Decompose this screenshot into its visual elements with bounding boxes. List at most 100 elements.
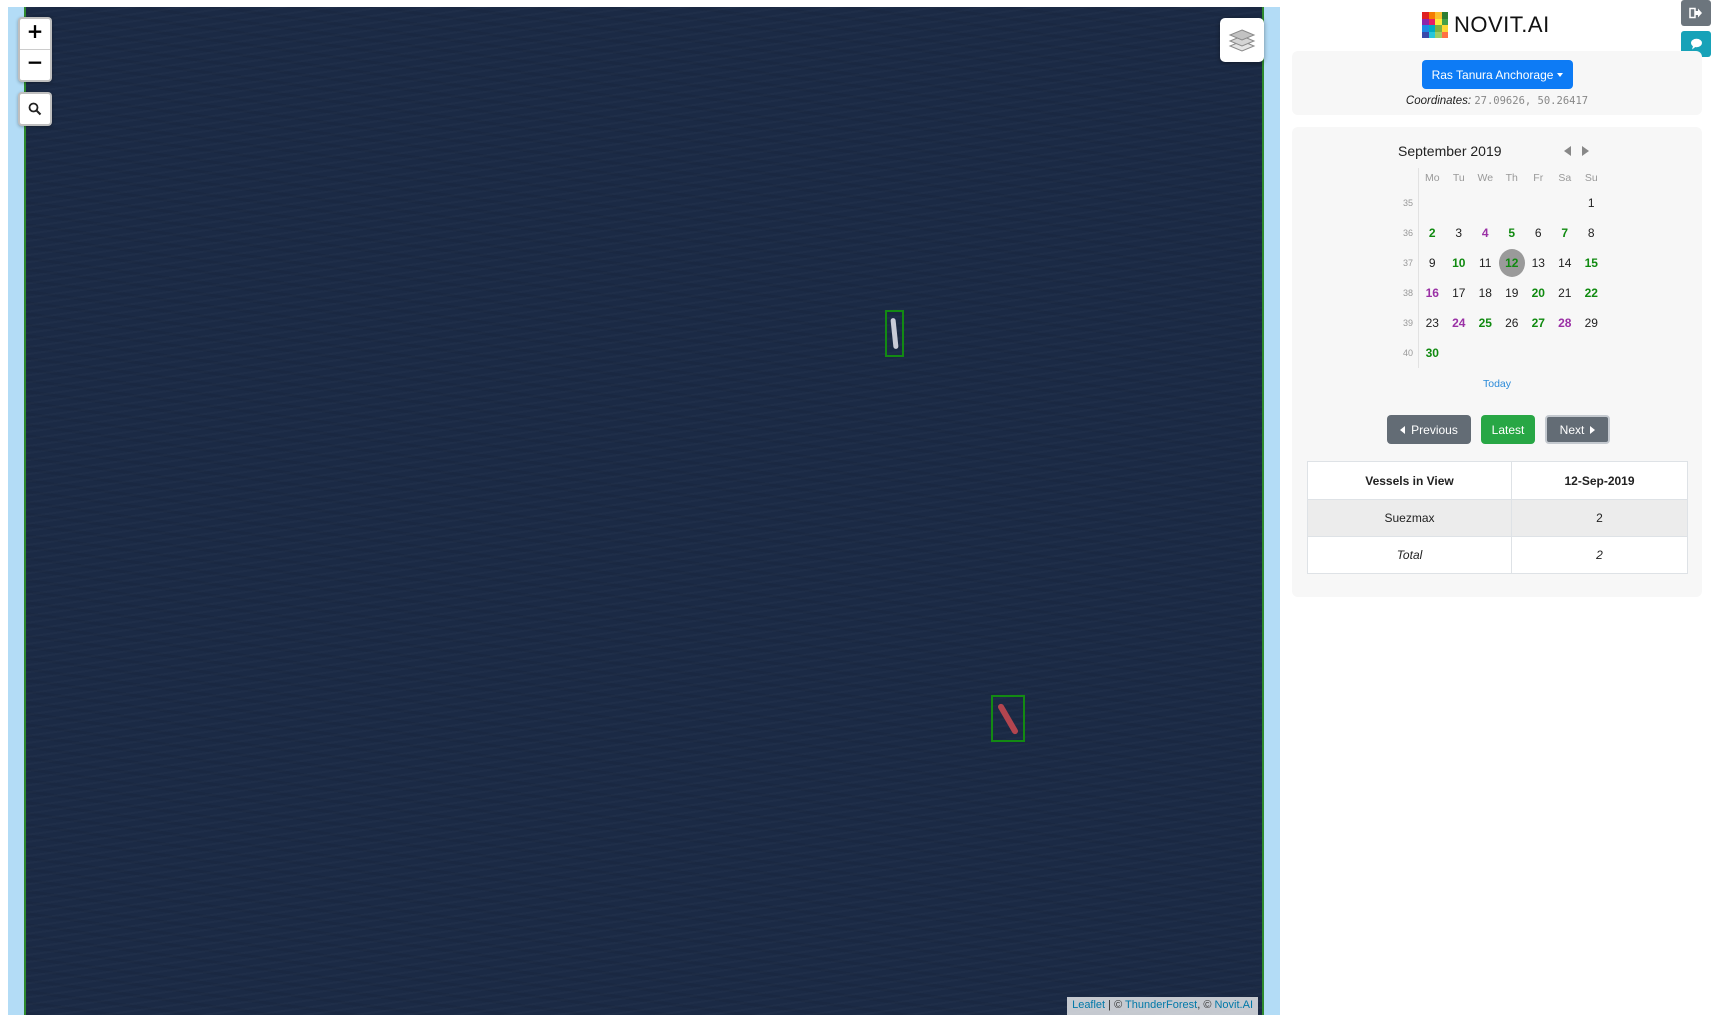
week-number: 39	[1398, 308, 1419, 338]
week-number: 35	[1398, 188, 1419, 218]
layers-icon	[1228, 29, 1256, 52]
calendar-day[interactable]: 14	[1552, 248, 1579, 278]
location-dropdown[interactable]: Ras Tanura Anchorage	[1422, 60, 1573, 89]
calendar-day[interactable]: 27	[1525, 308, 1552, 338]
calendar-day[interactable]: 18	[1472, 278, 1499, 308]
caret-left-icon	[1400, 425, 1406, 434]
leaflet-link[interactable]: Leaflet	[1072, 999, 1105, 1011]
calendar-day[interactable]: 24	[1446, 308, 1473, 338]
location-card: Ras Tanura Anchorage Coordinates: 27.096…	[1292, 51, 1702, 115]
week-number: 36	[1398, 218, 1419, 248]
calendar-day[interactable]: 5	[1499, 218, 1526, 248]
calendar-day[interactable]: 2	[1419, 218, 1446, 248]
calendar-empty-cell	[1525, 338, 1552, 368]
week-number: 38	[1398, 278, 1419, 308]
calendar-day[interactable]: 28	[1552, 308, 1579, 338]
calendar-day[interactable]: 1	[1578, 188, 1605, 218]
calendar-day[interactable]: 4	[1472, 218, 1499, 248]
calendar-week-row: 36 2 3 4 5 6 7 8	[1398, 218, 1605, 248]
calendar-day[interactable]: 13	[1525, 248, 1552, 278]
vessel-marker	[890, 318, 899, 349]
calendar-empty-cell	[1472, 338, 1499, 368]
table-row[interactable]: Suezmax 2	[1307, 499, 1688, 537]
weekday-label: Tu	[1452, 172, 1465, 184]
calendar-week-row: 37 9 10 11 12 13 14 15	[1398, 248, 1605, 278]
vessel-marker	[998, 703, 1018, 735]
map-search-button[interactable]	[18, 92, 52, 126]
next-button-label: Next	[1559, 422, 1585, 437]
calendar-today-link[interactable]: Today	[1292, 378, 1702, 390]
calendar-day[interactable]: 8	[1578, 218, 1605, 248]
brand-logo: NOVIT.AI	[1422, 8, 1550, 42]
calendar-day[interactable]: 19	[1499, 278, 1526, 308]
zoom-in-button[interactable]: +	[20, 19, 50, 49]
calendar-day[interactable]: 23	[1419, 308, 1446, 338]
vessel-detection-box[interactable]	[991, 695, 1025, 742]
layers-control-button[interactable]	[1220, 18, 1264, 62]
attribution-sep: | ©	[1105, 999, 1126, 1011]
calendar-day[interactable]: 16	[1419, 278, 1446, 308]
vessel-count-cell: 2	[1511, 499, 1688, 537]
week-number: 37	[1398, 248, 1419, 278]
vessel-detection-box[interactable]	[885, 310, 904, 357]
map-attribution: Leaflet | © ThunderForest, © Novit.AI	[1067, 997, 1258, 1015]
calendar-empty-cell	[1446, 338, 1473, 368]
zoom-control: + −	[18, 17, 52, 82]
calendar-day[interactable]: 6	[1525, 218, 1552, 248]
calendar-day[interactable]: 30	[1419, 338, 1446, 368]
calendar-week-row: 38 16 17 18 19 20 21 22	[1398, 278, 1605, 308]
calendar-next-month-icon[interactable]	[1582, 146, 1589, 156]
calendar-empty-cell	[1499, 338, 1526, 368]
calendar-prev-month-icon[interactable]	[1564, 146, 1571, 156]
sign-out-icon	[1689, 7, 1702, 19]
previous-button[interactable]: Previous	[1387, 415, 1471, 444]
calendar-day[interactable]: 7	[1552, 218, 1579, 248]
weekday-label: Sa	[1558, 172, 1572, 184]
coordinates-value: 27.09626, 50.26417	[1474, 95, 1589, 107]
calendar-month-title: September 2019	[1398, 143, 1502, 159]
calendar-day[interactable]: 10	[1446, 248, 1473, 278]
calendar-empty-cell	[1446, 188, 1473, 218]
novit-link[interactable]: Novit.AI	[1214, 999, 1253, 1011]
coordinates-label: Coordinates:	[1405, 95, 1472, 107]
latest-button[interactable]: Latest	[1481, 415, 1535, 444]
weekday-label: Th	[1505, 172, 1518, 184]
vessel-type-cell: Suezmax	[1307, 499, 1512, 537]
map-container[interactable]: + − Leaflet | © ThunderForest, © Novit.A…	[8, 7, 1280, 1015]
calendar-day[interactable]: 29	[1578, 308, 1605, 338]
calendar-day[interactable]: 26	[1499, 308, 1526, 338]
thunderforest-link[interactable]: ThunderForest	[1125, 999, 1197, 1011]
calendar-day[interactable]: 21	[1552, 278, 1579, 308]
weekday-label: Mo	[1424, 172, 1440, 184]
calendar-day[interactable]: 11	[1472, 248, 1499, 278]
calendar-week-row: 35 1	[1398, 188, 1605, 218]
calendar-empty-cell	[1578, 338, 1605, 368]
next-button[interactable]: Next	[1545, 415, 1610, 444]
search-icon	[28, 102, 42, 116]
calendar-day[interactable]: 15	[1578, 248, 1605, 278]
weekday-label: We	[1477, 172, 1494, 184]
calendar-day[interactable]: 9	[1419, 248, 1446, 278]
calendar-day[interactable]: 20	[1525, 278, 1552, 308]
calendar-day[interactable]: 17	[1446, 278, 1473, 308]
calendar-day[interactable]: 22	[1578, 278, 1605, 308]
calendar-day[interactable]: 12	[1498, 248, 1526, 278]
calendar-empty-cell	[1552, 338, 1579, 368]
attribution-sep-2: , ©	[1197, 999, 1215, 1011]
satellite-imagery[interactable]	[24, 7, 1264, 1015]
calendar-empty-cell	[1552, 188, 1579, 218]
calendar-grid: Mo Tu We Th Fr Sa Su 35 1 36 2 3 4 5 6 7 8 37 9 10 11 12 13 14 1…	[1398, 168, 1605, 368]
calendar-week-row: 39 23 24 25 26 27 28 29	[1398, 308, 1605, 338]
previous-button-label: Previous	[1411, 422, 1458, 437]
table-total-row: Total 2	[1307, 536, 1688, 574]
caret-right-icon	[1590, 425, 1596, 434]
calendar-day[interactable]: 3	[1446, 218, 1473, 248]
calendar-week-row: 40 30	[1398, 338, 1605, 368]
calendar-day[interactable]: 25	[1472, 308, 1499, 338]
vessels-table: Vessels in View 12-Sep-2019 Suezmax 2 To…	[1307, 461, 1688, 574]
total-label-cell: Total	[1307, 536, 1512, 574]
logout-button[interactable]	[1681, 0, 1711, 26]
week-number-header	[1398, 168, 1419, 188]
zoom-out-button[interactable]: −	[20, 49, 50, 80]
total-value-cell: 2	[1511, 536, 1688, 574]
